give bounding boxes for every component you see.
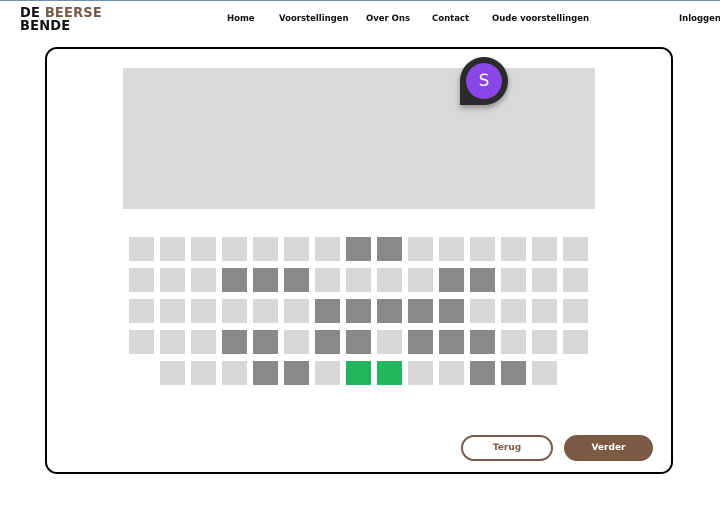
seat-free[interactable] [377,330,402,354]
seat-free[interactable] [532,268,557,292]
seat-taken [501,361,526,385]
seat-taken [470,361,495,385]
seat-free[interactable] [470,237,495,261]
seat-free[interactable] [563,237,588,261]
seat-free[interactable] [222,361,247,385]
seat-taken [408,299,433,323]
seat-free[interactable] [160,330,185,354]
seat-free[interactable] [253,299,278,323]
next-button[interactable]: Verder [564,435,653,461]
seat-taken [315,330,340,354]
seat-free[interactable] [439,237,464,261]
seat-taken [284,268,309,292]
seat-taken [346,330,371,354]
seat-free[interactable] [439,361,464,385]
seat-taken [439,299,464,323]
nav-over-ons[interactable]: Over Ons [366,14,410,24]
seat-free[interactable] [191,237,216,261]
seat-free[interactable] [315,361,340,385]
seat-taken [315,299,340,323]
nav-contact[interactable]: Contact [432,14,469,24]
seat-free[interactable] [191,299,216,323]
seat-taken [470,268,495,292]
seat-taken [346,299,371,323]
seat-free[interactable] [532,237,557,261]
nav-home[interactable]: Home [227,14,255,24]
seat-free[interactable] [532,361,557,385]
seat-free[interactable] [284,237,309,261]
seat-free[interactable] [563,330,588,354]
seat-free[interactable] [284,299,309,323]
stage-screen [123,68,595,209]
seat-free[interactable] [160,361,185,385]
seat-free[interactable] [563,268,588,292]
seat-free[interactable] [129,330,154,354]
seat-free[interactable] [129,299,154,323]
seat-free[interactable] [315,237,340,261]
seat-taken [346,237,371,261]
nav-login[interactable]: Inloggen [679,14,720,24]
seat-selected[interactable] [377,361,402,385]
seat-free[interactable] [253,237,278,261]
seat-free[interactable] [222,237,247,261]
seat-taken [377,237,402,261]
seat-free[interactable] [160,268,185,292]
seat-selected[interactable] [346,361,371,385]
seat-free[interactable] [191,330,216,354]
seat-taken [439,330,464,354]
seat-taken [253,330,278,354]
seat-free[interactable] [501,299,526,323]
seat-free[interactable] [191,361,216,385]
seat-free[interactable] [284,330,309,354]
seat-free[interactable] [160,299,185,323]
seat-free[interactable] [191,268,216,292]
seat-free[interactable] [129,237,154,261]
back-button[interactable]: Terug [461,435,553,461]
seat-free[interactable] [346,268,371,292]
seat-taken [222,268,247,292]
seat-free[interactable] [501,237,526,261]
seat-taken [222,330,247,354]
nav-oude-voorstellingen[interactable]: Oude voorstellingen [492,14,589,24]
seat-taken [439,268,464,292]
seat-free[interactable] [501,330,526,354]
seat-free[interactable] [315,268,340,292]
seat-free[interactable] [129,268,154,292]
seat-taken [377,299,402,323]
seat-free[interactable] [408,268,433,292]
seat-taken [253,361,278,385]
nav-voorstellingen[interactable]: Voorstellingen [279,14,349,24]
user-avatar[interactable]: S [466,63,502,99]
seat-taken [284,361,309,385]
seat-free[interactable] [563,299,588,323]
seat-free[interactable] [222,299,247,323]
seat-free[interactable] [377,268,402,292]
seat-free[interactable] [532,330,557,354]
seat-free[interactable] [408,237,433,261]
seat-free[interactable] [501,268,526,292]
seat-taken [408,330,433,354]
seat-taken [253,268,278,292]
main-navigation: Home Voorstellingen Over Ons Contact Oud… [0,14,720,28]
seat-free[interactable] [160,237,185,261]
seat-free[interactable] [532,299,557,323]
seat-free[interactable] [408,361,433,385]
seat-taken [470,330,495,354]
seat-free[interactable] [470,299,495,323]
